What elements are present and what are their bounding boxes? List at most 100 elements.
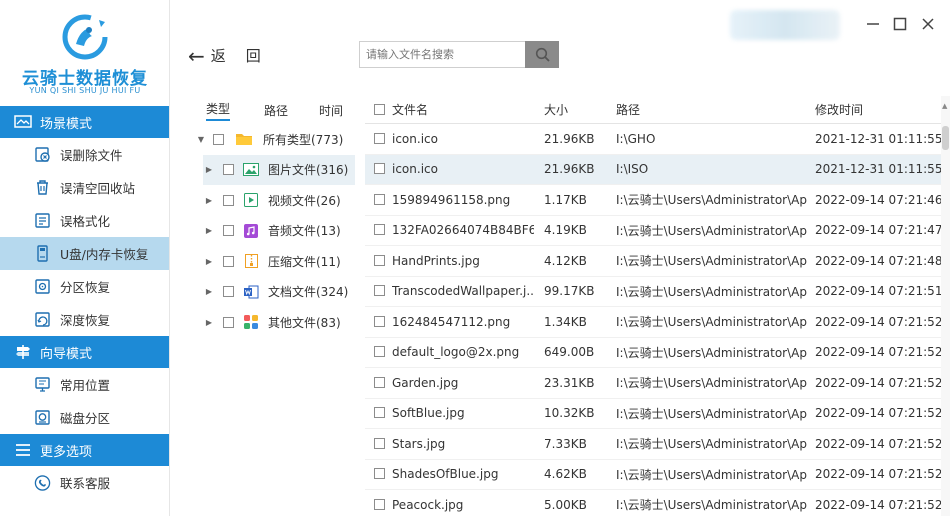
nav-item-common-location[interactable]: 常用位置 bbox=[0, 368, 169, 401]
tab-time[interactable]: 时间 bbox=[319, 102, 343, 119]
table-row[interactable]: 132FA02664074B84BF67... 4.19KB I:\云骑士\User… bbox=[365, 216, 941, 246]
sidebar: 云骑士数据恢复 YUN QI SHI SHU JU HUI FU 场景模式 误删… bbox=[0, 0, 170, 516]
column-header-name[interactable]: 文件名 bbox=[392, 101, 534, 118]
close-button[interactable] bbox=[920, 16, 936, 32]
table-row[interactable]: 159894961158.png 1.17KB I:\云骑士\Users\Admin… bbox=[365, 185, 941, 216]
file-path: I:\云骑士\Users\Administrator\Ap... bbox=[616, 193, 808, 208]
nav-item-disk-partition[interactable]: 磁盘分区 bbox=[0, 401, 169, 434]
row-checkbox[interactable] bbox=[374, 376, 385, 388]
caret-right-icon[interactable]: ▶ bbox=[204, 226, 214, 235]
checkbox[interactable] bbox=[223, 255, 234, 267]
nav-item-customer-service[interactable]: 联系客服 bbox=[0, 466, 169, 499]
scroll-up-icon[interactable]: ▲ bbox=[942, 102, 947, 110]
scrollbar-thumb[interactable] bbox=[942, 126, 949, 150]
tree-item-other[interactable]: ▶ 其他文件(83) bbox=[195, 307, 355, 338]
row-checkbox[interactable] bbox=[374, 163, 385, 175]
tree-item-documents[interactable]: ▶ 文档文件(324) bbox=[195, 277, 355, 308]
file-path: I:\云骑士\Users\Administrator\Ap... bbox=[616, 284, 808, 299]
table-row[interactable]: icon.ico 21.96KB I:\GHO 2021-12-31 01:11:55 bbox=[365, 124, 941, 155]
nav-item-usb-card[interactable]: U盘/内存卡恢复 bbox=[0, 237, 169, 270]
table-row[interactable]: Stars.jpg 7.33KB I:\云骑士\Users\Administrato… bbox=[365, 429, 941, 460]
file-name: 132FA02664074B84BF67... bbox=[392, 223, 534, 238]
caret-right-icon[interactable]: ▶ bbox=[204, 257, 214, 266]
arrow-left-icon: ← bbox=[188, 43, 205, 68]
maximize-button[interactable] bbox=[892, 16, 908, 32]
caret-right-icon[interactable]: ▶ bbox=[204, 196, 214, 205]
column-header-path[interactable]: 路径 bbox=[616, 101, 808, 118]
caret-down-icon[interactable]: ▼ bbox=[196, 135, 206, 144]
file-rows: icon.ico 21.96KB I:\GHO 2021-12-31 01:11:55… bbox=[365, 124, 941, 516]
search-button[interactable] bbox=[525, 41, 559, 68]
checkbox[interactable] bbox=[223, 225, 234, 237]
search-icon bbox=[535, 47, 550, 62]
tab-type[interactable]: 类型 bbox=[206, 100, 231, 121]
file-type-tree: 类型 路径 时间 ▼ 所有类型(773) ▶ 图片文件(316) ▶ 视频文件(… bbox=[195, 96, 355, 516]
tree-label: 压缩文件(11) bbox=[268, 254, 341, 269]
user-account-area[interactable] bbox=[730, 10, 840, 40]
table-row[interactable]: SoftBlue.jpg 10.32KB I:\云骑士\Users\Administ… bbox=[365, 399, 941, 429]
tree-item-images[interactable]: ▶ 图片文件(316) bbox=[203, 154, 355, 185]
nav-item-format[interactable]: 误格式化 bbox=[0, 204, 169, 237]
table-row[interactable]: 162484547112.png 1.34KB I:\云骑士\Users\Admin… bbox=[365, 307, 941, 338]
column-header-time[interactable]: 修改时间 bbox=[815, 101, 941, 118]
checkbox[interactable] bbox=[223, 164, 234, 176]
table-row[interactable]: Peacock.jpg 5.00KB I:\云骑士\Users\Administra… bbox=[365, 490, 941, 516]
file-size: 23.31KB bbox=[544, 375, 595, 390]
nav-item-recycle-bin[interactable]: 误清空回收站 bbox=[0, 171, 169, 204]
file-path: I:\云骑士\Users\Administrator\Ap... bbox=[616, 345, 808, 360]
file-path: I:\云骑士\Users\Administrator\Ap... bbox=[616, 254, 808, 269]
table-row[interactable]: HandPrints.jpg 4.12KB I:\云骑士\Users\Adminis… bbox=[365, 246, 941, 277]
vertical-scrollbar[interactable]: ▲ bbox=[941, 96, 950, 516]
row-checkbox[interactable] bbox=[374, 498, 385, 510]
section-more-options[interactable]: 更多选项 bbox=[0, 434, 169, 466]
caret-right-icon[interactable]: ▶ bbox=[204, 165, 214, 174]
row-checkbox[interactable] bbox=[374, 315, 385, 327]
file-name: icon.ico bbox=[392, 131, 438, 146]
tree-root-all-types[interactable]: ▼ 所有类型(773) bbox=[195, 124, 355, 155]
nav-item-deleted-files[interactable]: 误删除文件 bbox=[0, 138, 169, 171]
row-checkbox[interactable] bbox=[374, 437, 385, 449]
tree-item-videos[interactable]: ▶ 视频文件(26) bbox=[195, 185, 355, 216]
table-row[interactable]: ShadesOfBlue.jpg 4.62KB I:\云骑士\Users\Admin… bbox=[365, 460, 941, 490]
file-path: I:\云骑士\Users\Administrator\Ap... bbox=[616, 437, 808, 452]
column-header-size[interactable]: 大小 bbox=[544, 101, 614, 118]
row-checkbox[interactable] bbox=[374, 254, 385, 266]
video-icon bbox=[243, 193, 259, 208]
file-size: 1.34KB bbox=[544, 314, 587, 329]
tab-path[interactable]: 路径 bbox=[264, 102, 288, 119]
table-row[interactable]: default_logo@2x.png 649.00B I:\云骑士\Users\A… bbox=[365, 338, 941, 368]
minimize-button[interactable] bbox=[865, 16, 881, 32]
table-row[interactable]: TranscodedWallpaper.j... 99.17KB I:\云骑士\Us… bbox=[365, 277, 941, 307]
row-checkbox[interactable] bbox=[374, 285, 385, 297]
caret-right-icon[interactable]: ▶ bbox=[204, 318, 214, 327]
tree-label: 其他文件(83) bbox=[268, 315, 341, 330]
row-checkbox[interactable] bbox=[374, 407, 385, 419]
row-checkbox[interactable] bbox=[374, 193, 385, 205]
table-row[interactable]: Garden.jpg 23.31KB I:\云骑士\Users\Administra… bbox=[365, 368, 941, 399]
checkbox[interactable] bbox=[223, 194, 234, 206]
tree-tabs: 类型 路径 时间 bbox=[195, 96, 355, 124]
nav-item-partition[interactable]: 分区恢复 bbox=[0, 270, 169, 303]
section-label: 向导模式 bbox=[40, 346, 93, 362]
row-checkbox[interactable] bbox=[374, 224, 385, 236]
row-checkbox[interactable] bbox=[374, 132, 385, 144]
checkbox[interactable] bbox=[223, 316, 234, 328]
table-row[interactable]: icon.ico 21.96KB I:\ISO 2021-12-31 01:11:55 bbox=[365, 154, 941, 185]
file-size: 4.62KB bbox=[544, 467, 587, 482]
tree-item-archives[interactable]: ▶ 压缩文件(11) bbox=[195, 246, 355, 277]
checkbox[interactable] bbox=[223, 286, 234, 298]
search-input[interactable] bbox=[359, 41, 525, 68]
caret-right-icon[interactable]: ▶ bbox=[204, 287, 214, 296]
knight-logo-icon bbox=[62, 14, 108, 60]
section-scene-mode[interactable]: 场景模式 bbox=[0, 106, 169, 138]
row-checkbox[interactable] bbox=[374, 346, 385, 358]
checkbox[interactable] bbox=[213, 133, 224, 145]
row-checkbox[interactable] bbox=[374, 468, 385, 480]
file-name: Garden.jpg bbox=[392, 375, 459, 390]
section-guide-mode[interactable]: 向导模式 bbox=[0, 336, 169, 368]
back-button[interactable]: ← 返 回 bbox=[188, 45, 261, 66]
nav-item-label: 磁盘分区 bbox=[60, 411, 111, 426]
tree-item-audio[interactable]: ▶ 音频文件(13) bbox=[195, 216, 355, 247]
nav-item-deep-recovery[interactable]: 深度恢复 bbox=[0, 303, 169, 336]
select-all-checkbox[interactable] bbox=[374, 103, 385, 115]
